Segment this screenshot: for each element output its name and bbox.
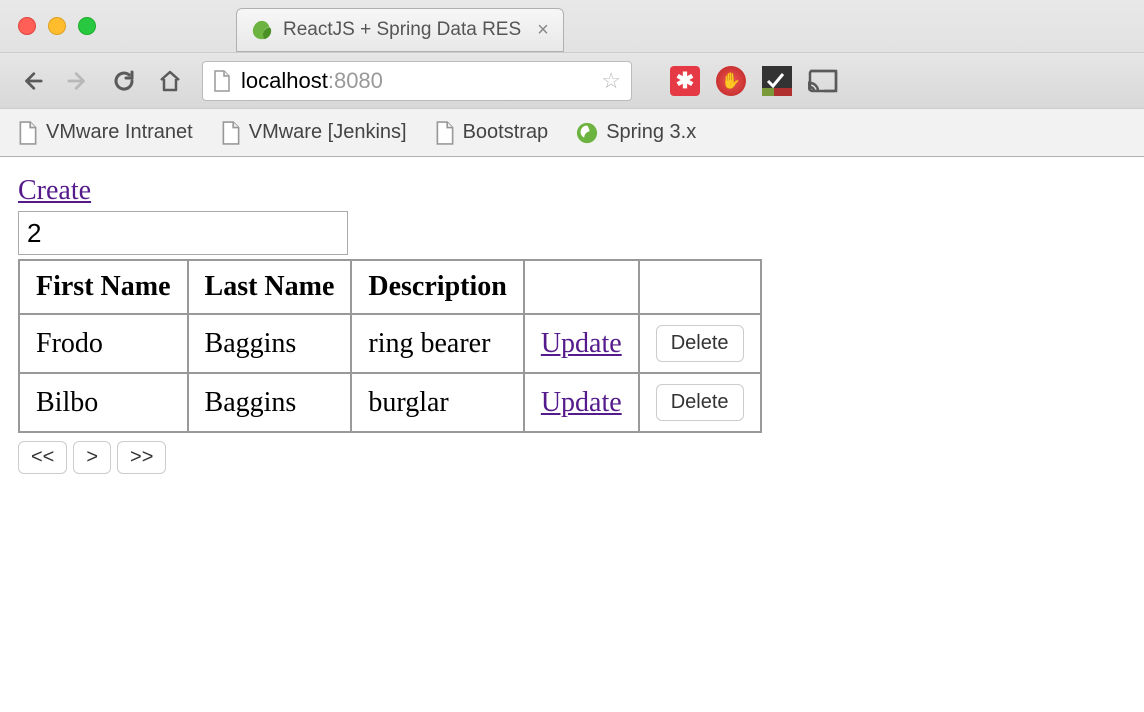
address-bar[interactable]: localhost:8080 ☆ xyxy=(202,61,632,101)
hand-extension-icon[interactable]: ✋ xyxy=(716,66,746,96)
cell-description: ring bearer xyxy=(351,314,523,373)
table-header-row: First Name Last Name Description xyxy=(19,260,761,314)
bookmark-item-vmware-jenkins[interactable]: VMware [Jenkins] xyxy=(221,121,407,145)
checkmark-extension-icon[interactable] xyxy=(762,66,792,96)
bookmark-label: Spring 3.x xyxy=(606,121,696,144)
cast-extension-icon[interactable] xyxy=(808,66,838,96)
employee-table: First Name Last Name Description Frodo B… xyxy=(18,259,762,433)
delete-button[interactable]: Delete xyxy=(656,384,744,421)
delete-button[interactable]: Delete xyxy=(656,325,744,362)
forward-button[interactable] xyxy=(64,67,92,95)
tab-close-icon[interactable]: × xyxy=(537,19,549,42)
pagination: << > >> xyxy=(18,441,1126,474)
tab-title: ReactJS + Spring Data RES xyxy=(283,19,521,41)
cell-last-name: Baggins xyxy=(188,373,352,432)
reload-button[interactable] xyxy=(110,67,138,95)
page-last-button[interactable]: >> xyxy=(117,441,166,474)
home-button[interactable] xyxy=(156,67,184,95)
cell-first-name: Bilbo xyxy=(19,373,188,432)
bookmark-star-icon[interactable]: ☆ xyxy=(601,68,621,94)
cell-description: burglar xyxy=(351,373,523,432)
page-first-button[interactable]: << xyxy=(18,441,67,474)
update-link[interactable]: Update xyxy=(541,387,622,418)
col-delete xyxy=(639,260,761,314)
lastpass-extension-icon[interactable]: ✱ xyxy=(670,66,700,96)
page-icon xyxy=(213,70,231,92)
bookmark-item-bootstrap[interactable]: Bootstrap xyxy=(435,121,549,145)
page-content: Create First Name Last Name Description … xyxy=(0,157,1144,492)
bookmark-label: VMware [Jenkins] xyxy=(249,121,407,144)
spring-leaf-icon xyxy=(251,19,273,41)
cell-last-name: Baggins xyxy=(188,314,352,373)
col-last-name: Last Name xyxy=(188,260,352,314)
update-link[interactable]: Update xyxy=(541,328,622,359)
spring-icon xyxy=(576,122,598,144)
file-icon xyxy=(435,121,455,145)
window-close-button[interactable] xyxy=(18,17,36,35)
file-icon xyxy=(18,121,38,145)
extension-icons: ✱ ✋ xyxy=(670,66,838,96)
toolbar: localhost:8080 ☆ ✱ ✋ xyxy=(0,52,1144,108)
col-description: Description xyxy=(351,260,523,314)
bookmark-label: Bootstrap xyxy=(463,121,549,144)
tab-bar: ReactJS + Spring Data RES × xyxy=(0,0,1144,52)
back-button[interactable] xyxy=(18,67,46,95)
create-link[interactable]: Create xyxy=(18,175,91,206)
browser-chrome: ReactJS + Spring Data RES × localhost:80… xyxy=(0,0,1144,157)
page-size-input[interactable] xyxy=(18,211,348,255)
file-icon xyxy=(221,121,241,145)
url-text: localhost:8080 xyxy=(241,68,591,94)
cell-first-name: Frodo xyxy=(19,314,188,373)
bookmark-label: VMware Intranet xyxy=(46,121,193,144)
window-maximize-button[interactable] xyxy=(78,17,96,35)
table-row: Bilbo Baggins burglar Update Delete xyxy=(19,373,761,432)
bookmark-item-vmware-intranet[interactable]: VMware Intranet xyxy=(18,121,193,145)
window-controls xyxy=(18,17,96,35)
bookmarks-bar: VMware Intranet VMware [Jenkins] Bootstr… xyxy=(0,108,1144,156)
table-row: Frodo Baggins ring bearer Update Delete xyxy=(19,314,761,373)
page-next-button[interactable]: > xyxy=(73,441,111,474)
col-first-name: First Name xyxy=(19,260,188,314)
browser-tab[interactable]: ReactJS + Spring Data RES × xyxy=(236,8,564,52)
bookmark-item-spring[interactable]: Spring 3.x xyxy=(576,121,696,144)
window-minimize-button[interactable] xyxy=(48,17,66,35)
col-update xyxy=(524,260,639,314)
